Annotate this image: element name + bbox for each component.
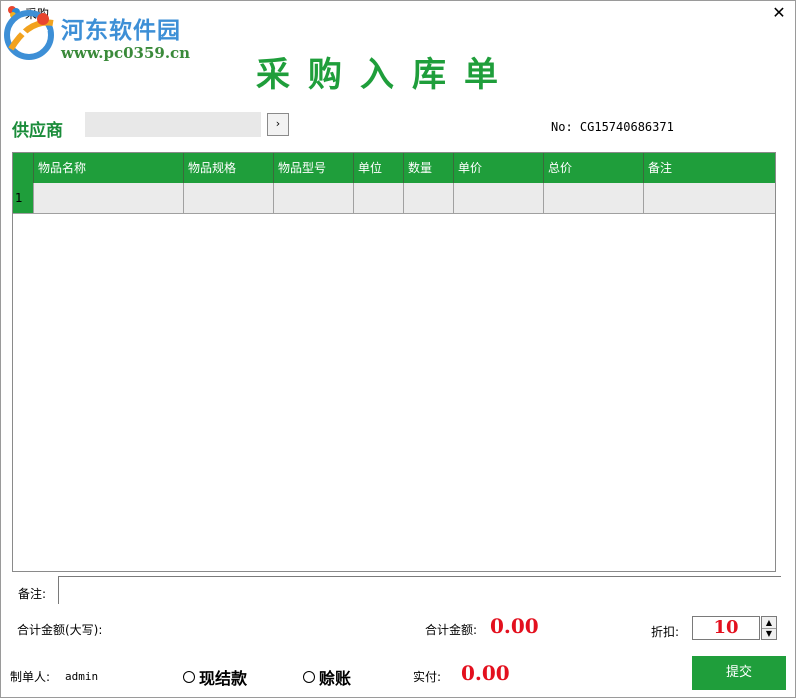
column-header-quantity[interactable]: 数量 (403, 153, 453, 183)
payment-cash-radio[interactable]: 现结款 (183, 665, 247, 689)
spin-down-icon[interactable]: ▼ (762, 628, 776, 639)
discount-input[interactable]: 10 (692, 616, 760, 640)
purchase-window: 采购 ✕ 河东软件园 www.pc0359.cn 采购入库单 供应商 › No:… (0, 0, 796, 698)
total-uppercase-label: 合计金额(大写): (17, 623, 103, 637)
column-header-total-price[interactable]: 总价 (543, 153, 643, 183)
column-header-model[interactable]: 物品型号 (273, 153, 353, 183)
table-header: 物品名称 物品规格 物品型号 单位 数量 单价 总价 备注 (13, 153, 775, 183)
cell-model[interactable] (273, 183, 353, 213)
column-header-name[interactable]: 物品名称 (33, 153, 183, 183)
close-icon[interactable]: ✕ (769, 3, 789, 23)
document-title: 采购入库单 (256, 55, 516, 95)
cell-unit[interactable] (353, 183, 403, 213)
paid-value: 0.00 (461, 661, 510, 685)
table-row[interactable]: 1 (13, 183, 775, 214)
remark-label: 备注: (18, 587, 47, 601)
maker-label: 制单人: (10, 670, 51, 684)
submit-button[interactable]: 提交 (692, 656, 786, 690)
payment-credit-label: 赊账 (319, 669, 352, 688)
cell-unit-price[interactable] (453, 183, 543, 213)
supplier-field[interactable] (85, 112, 261, 137)
total-amount-value: 0.00 (490, 614, 539, 638)
discount-label: 折扣: (651, 625, 680, 639)
payment-credit-radio[interactable]: 赊账 (303, 665, 351, 689)
paid-label: 实付: (413, 670, 442, 684)
cell-spec[interactable] (183, 183, 273, 213)
column-header-unit-price[interactable]: 单价 (453, 153, 543, 183)
maker-value: admin (65, 670, 99, 683)
column-header-unit[interactable]: 单位 (353, 153, 403, 183)
supplier-select-button[interactable]: › (267, 113, 289, 136)
remark-input[interactable] (58, 576, 781, 604)
payment-cash-label: 现结款 (199, 669, 248, 688)
radio-circle-icon (303, 671, 315, 683)
cell-total-price[interactable] (543, 183, 643, 213)
column-header-remark[interactable]: 备注 (643, 153, 775, 183)
total-amount-label: 合计金额: (425, 623, 478, 637)
row-number: 1 (13, 183, 33, 213)
cell-quantity[interactable] (403, 183, 453, 213)
cell-remark[interactable] (643, 183, 775, 213)
discount-spinner: ▲ ▼ (761, 616, 777, 640)
watermark-name: 河东软件园 (61, 17, 181, 44)
supplier-label: 供应商 (12, 121, 63, 141)
order-number: No: CG15740686371 (551, 120, 674, 134)
items-table[interactable]: 物品名称 物品规格 物品型号 单位 数量 单价 总价 备注 1 (12, 152, 776, 572)
column-header-spec[interactable]: 物品规格 (183, 153, 273, 183)
radio-circle-icon (183, 671, 195, 683)
cell-name[interactable] (33, 183, 183, 213)
